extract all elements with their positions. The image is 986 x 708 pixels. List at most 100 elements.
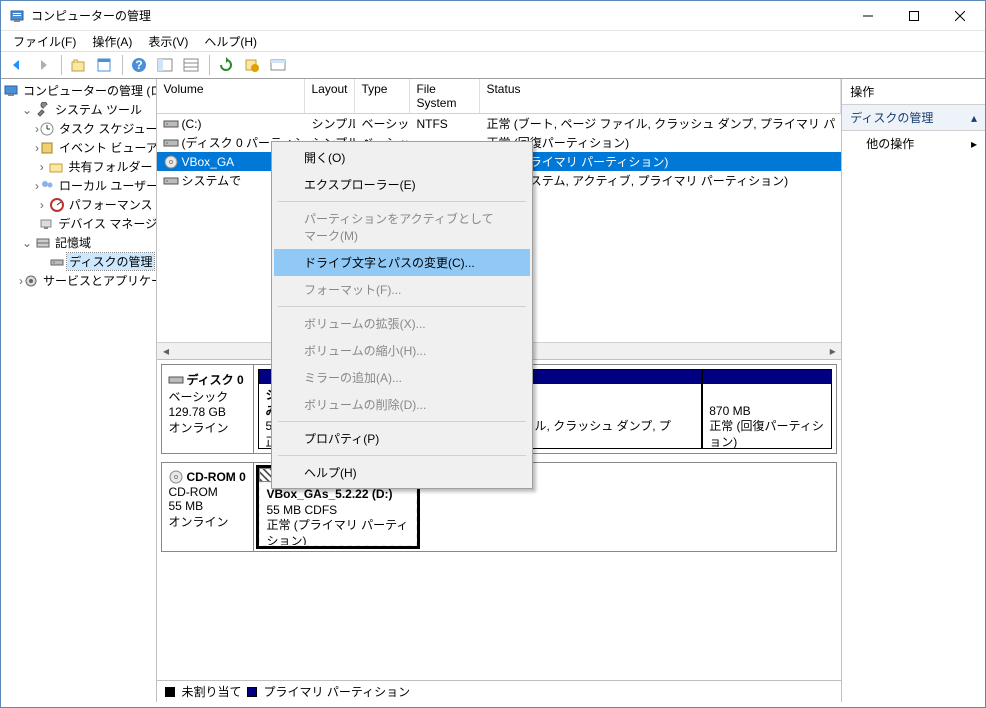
ctx-help[interactable]: ヘルプ(H) [274, 459, 530, 486]
scroll-left-button[interactable]: ◂ [157, 343, 174, 360]
tree-label: 記憶域 [53, 234, 93, 251]
part-size: 55 MB CDFS [266, 503, 337, 517]
tree-task-scheduler[interactable]: ›タスク スケジューラ [35, 119, 154, 138]
svg-text:?: ? [135, 58, 142, 72]
ctx-separator [278, 455, 526, 456]
cdrom-0-info: CD-ROM 0 CD-ROM 55 MB オンライン [162, 463, 254, 551]
ctx-delete: ボリュームの削除(D)... [274, 391, 530, 418]
expand-icon[interactable]: › [35, 160, 48, 174]
col-status[interactable]: Status [480, 79, 841, 113]
up-button[interactable] [66, 53, 90, 77]
properties-button[interactable] [92, 53, 116, 77]
detail-view-button[interactable] [266, 53, 290, 77]
volume-header: Volume Layout Type File System Status [157, 79, 841, 114]
col-layout[interactable]: Layout [305, 79, 355, 113]
chevron-up-icon: ▴ [971, 111, 977, 125]
tree-performance[interactable]: › パフォーマンス [35, 195, 154, 214]
cell-status: 正常 (回復パーティション) [480, 133, 841, 152]
users-icon [39, 178, 55, 194]
disk-0-info: ディスク 0 ベーシック 129.78 GB オンライン [162, 365, 254, 453]
disk-icon [49, 254, 65, 270]
cell-fs: NTFS [410, 114, 480, 133]
cell-status: 正常 (プライマリ パーティション) [480, 152, 841, 171]
tree-event-viewer[interactable]: ›イベント ビューアー [35, 138, 154, 157]
toolbar: ? [1, 51, 985, 79]
col-type[interactable]: Type [355, 79, 410, 113]
minimize-button[interactable] [845, 1, 891, 31]
tree-shared-folders[interactable]: › 共有フォルダー [35, 157, 154, 176]
tree-label: タスク スケジューラ [57, 120, 157, 137]
disk-size: 129.78 GB [168, 405, 247, 419]
tree-label: コンピューターの管理 (ローカル) [21, 82, 157, 99]
col-fs[interactable]: File System [410, 79, 480, 113]
actions-section-disk[interactable]: ディスクの管理 ▴ [842, 105, 985, 131]
partition-header [703, 370, 831, 384]
col-volume[interactable]: Volume [157, 79, 305, 113]
ctx-separator [278, 421, 526, 422]
ctx-separator [278, 201, 526, 202]
actions-other[interactable]: 他の操作 ▸ [842, 131, 985, 156]
collapse-icon[interactable]: ⌄ [19, 236, 35, 250]
window-title: コンピューターの管理 [31, 7, 845, 24]
help-button[interactable]: ? [127, 53, 151, 77]
show-hide-button[interactable] [153, 53, 177, 77]
services-icon [23, 273, 39, 289]
forward-button[interactable] [31, 53, 55, 77]
menu-help[interactable]: ヘルプ(H) [196, 31, 265, 52]
tree-pane: コンピューターの管理 (ローカル) ⌄ システム ツール ›タスク スケジューラ… [1, 79, 157, 702]
list-view-button[interactable] [179, 53, 203, 77]
toolbar-separator [122, 55, 123, 75]
refresh-button[interactable] [214, 53, 238, 77]
ctx-mirror: ミラーの追加(A)... [274, 364, 530, 391]
actions-pane: 操作 ディスクの管理 ▴ 他の操作 ▸ [842, 79, 985, 702]
cd-icon [168, 469, 184, 485]
volume-name: VBox_GA [181, 155, 234, 169]
disk-icon [163, 117, 179, 131]
tree-root[interactable]: コンピューターの管理 (ローカル) [3, 81, 154, 100]
tree-storage[interactable]: ⌄ 記憶域 [19, 233, 154, 252]
ctx-explorer[interactable]: エクスプローラー(E) [274, 171, 530, 198]
disk-icon [168, 372, 184, 388]
disk-icon [163, 174, 179, 188]
ctx-extend: ボリュームの拡張(X)... [274, 310, 530, 337]
disk-title: ディスク 0 [186, 371, 243, 388]
ctx-change-drive-letter[interactable]: ドライブ文字とパスの変更(C)... [274, 249, 530, 276]
toolbar-separator [209, 55, 210, 75]
expand-placeholder [35, 255, 49, 269]
volume-name: システムで [181, 172, 241, 189]
tree-system-tools[interactable]: ⌄ システム ツール [19, 100, 154, 119]
menu-view[interactable]: 表示(V) [140, 31, 196, 52]
expand-icon[interactable]: › [35, 198, 49, 212]
close-button[interactable] [937, 1, 983, 31]
cd-icon [163, 155, 179, 169]
clock-icon [39, 121, 55, 137]
tree-local-users[interactable]: ›ローカル ユーザーとグループ [35, 176, 154, 195]
folder-icon [48, 159, 64, 175]
ctx-properties[interactable]: プロパティ(P) [274, 425, 530, 452]
menu-file[interactable]: ファイル(F) [5, 31, 84, 52]
tree-label: システム ツール [53, 101, 144, 118]
tree-device-manager[interactable]: デバイス マネージャー [35, 214, 154, 233]
tree-label: ディスクの管理 [67, 253, 154, 270]
back-button[interactable] [5, 53, 29, 77]
menu-action[interactable]: 操作(A) [84, 31, 140, 52]
performance-icon [49, 197, 65, 213]
cell-type: ベーシック [355, 114, 410, 133]
ctx-open[interactable]: 開く(O) [274, 144, 530, 171]
app-icon [9, 8, 25, 24]
event-icon [39, 140, 55, 156]
settings-button[interactable] [240, 53, 264, 77]
scroll-right-button[interactable]: ▸ [824, 343, 841, 360]
ctx-mark-active: パーティションをアクティブとしてマーク(M) [274, 205, 530, 249]
tree-services[interactable]: ›サービスとアプリケーション [19, 271, 154, 290]
tree-label: 共有フォルダー [66, 158, 154, 175]
menubar: ファイル(F) 操作(A) 表示(V) ヘルプ(H) [1, 31, 985, 51]
collapse-icon[interactable]: ⌄ [19, 103, 35, 117]
ctx-shrink: ボリュームの縮小(H)... [274, 337, 530, 364]
volume-row[interactable]: (C:)シンプルベーシックNTFS正常 (ブート, ページ ファイル, クラッシ… [157, 114, 841, 133]
toolbar-separator [61, 55, 62, 75]
maximize-button[interactable] [891, 1, 937, 31]
tree-label: パフォーマンス [67, 196, 155, 213]
partition-recovery[interactable]: 870 MB正常 (回復パーティション) [702, 369, 832, 449]
tree-disk-management[interactable]: ディスクの管理 [35, 252, 154, 271]
